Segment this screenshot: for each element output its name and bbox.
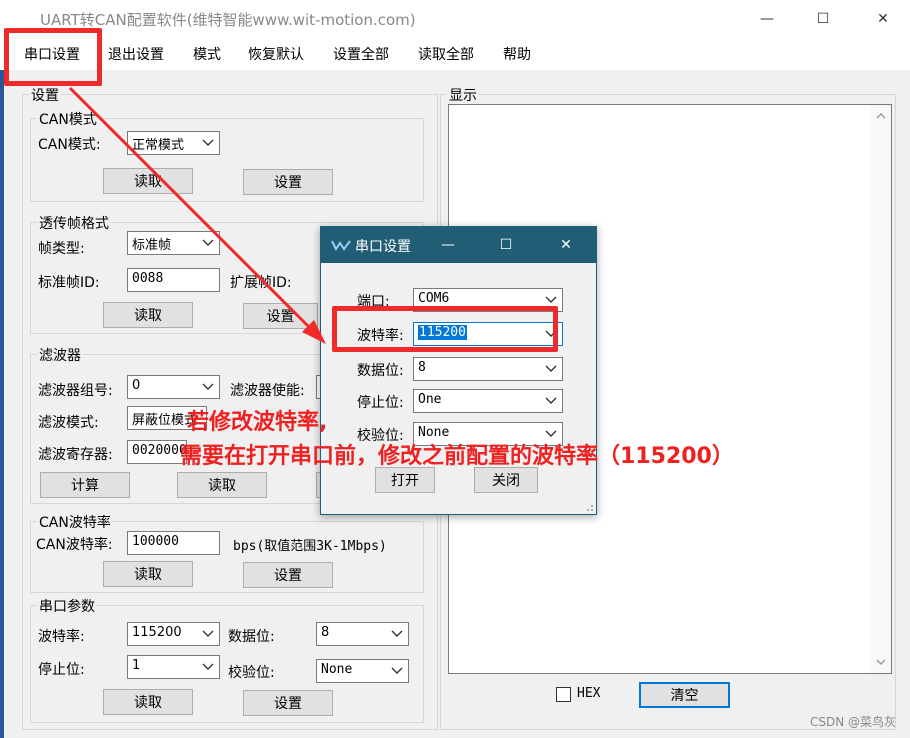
annotation-line1: 若修改波特率, xyxy=(187,410,328,435)
watermark: CSDN @菜鸟灰 xyxy=(809,715,896,729)
annotation-line2: 需要在打开串口前，修改之前配置的波特率（115200） xyxy=(180,444,734,469)
annotation-arrow xyxy=(68,86,326,344)
